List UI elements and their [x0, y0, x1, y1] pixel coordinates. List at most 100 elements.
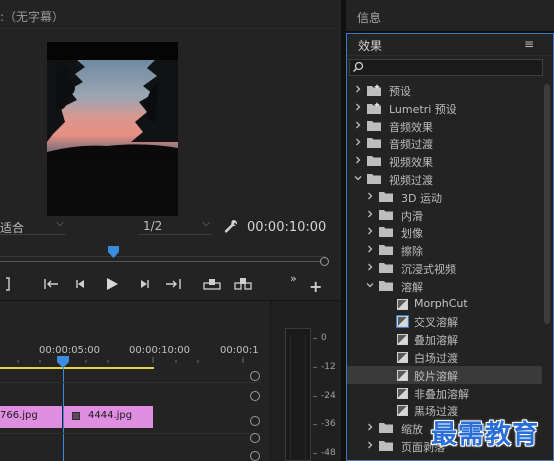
clip-label: 766.jpg — [0, 410, 38, 421]
resolution-select[interactable]: 1/2 ⌵ — [138, 218, 212, 235]
tree-item-label: Lumetri 预设 — [389, 102, 457, 116]
scroll-handle[interactable] — [250, 391, 260, 401]
play-icon[interactable] — [105, 276, 119, 292]
chevron-right-icon[interactable] — [365, 244, 375, 254]
tree-item-label: 缩放 — [401, 423, 423, 437]
folder-item[interactable]: 视频过渡 — [347, 170, 542, 188]
program-monitor-title: :（无字幕） — [0, 10, 65, 24]
effects-search-input[interactable] — [349, 59, 543, 76]
chevron-right-icon[interactable] — [365, 440, 375, 450]
folder-icon — [379, 262, 393, 276]
folder-item[interactable]: 预设 — [347, 81, 542, 99]
clip-label: 4444.jpg — [88, 410, 133, 421]
playhead-timecode[interactable]: 00:00:10:00 — [247, 220, 326, 235]
chevron-down-icon: ⌵ — [56, 218, 64, 229]
db-tick — [313, 453, 317, 454]
chevron-right-icon[interactable] — [353, 102, 363, 112]
wrench-icon[interactable] — [224, 219, 238, 233]
chevron-down-icon: ⌵ — [202, 218, 210, 229]
tree-item-label: 预设 — [389, 85, 411, 98]
tree-item-label: 非叠加溶解 — [414, 387, 469, 401]
preset-folder-icon — [367, 101, 381, 117]
folder-item[interactable]: 擦除 — [347, 241, 542, 259]
effects-scrollbar[interactable] — [544, 84, 550, 324]
preset-folder-icon — [367, 84, 381, 99]
chevron-right-icon[interactable] — [365, 262, 375, 272]
ruler-time-label: 00:00:10:00 — [129, 345, 191, 356]
timeline-clip[interactable]: 4444.jpg — [64, 406, 153, 428]
db-label: -12 — [321, 362, 336, 372]
chevron-down-icon[interactable] — [365, 280, 375, 290]
track-divider — [0, 382, 262, 383]
db-label: -36 — [321, 419, 336, 429]
folder-item[interactable]: 内滑 — [347, 206, 542, 224]
go-to-out-icon[interactable] — [165, 276, 181, 292]
chevron-right-icon[interactable] — [365, 226, 375, 236]
chevron-right-icon[interactable] — [353, 120, 363, 130]
go-to-in-icon[interactable] — [44, 276, 60, 292]
resolution-select-value: 1/2 — [143, 219, 163, 233]
chevron-right-icon[interactable] — [353, 155, 363, 165]
scroll-handle[interactable] — [250, 416, 260, 426]
more-buttons-icon[interactable]: » — [290, 272, 297, 285]
scroll-handle[interactable] — [250, 433, 260, 443]
monitor-playhead-marker[interactable] — [108, 246, 119, 261]
chevron-down-icon[interactable] — [353, 173, 363, 183]
scroll-handle[interactable] — [250, 451, 260, 461]
folder-item[interactable]: 沉浸式视频 — [347, 259, 542, 277]
time-ruler[interactable] — [0, 357, 258, 363]
video-preview[interactable] — [47, 42, 178, 216]
folder-item[interactable]: 视频效果 — [347, 152, 542, 170]
tree-item-label: 音频效果 — [389, 120, 433, 134]
tree-item-label: 3D 运动 — [401, 191, 442, 205]
effect-item[interactable]: 白场过渡 — [347, 348, 542, 366]
chevron-right-icon[interactable] — [353, 84, 363, 94]
work-area-bar[interactable] — [0, 367, 154, 369]
db-label: -48 — [321, 448, 336, 458]
timeline-clip[interactable]: 766.jpg — [0, 406, 62, 428]
tree-item-label: 视频过渡 — [389, 174, 433, 187]
step-back-icon[interactable] — [75, 276, 87, 292]
add-button-icon[interactable]: + — [309, 277, 322, 296]
mark-out-icon[interactable] — [5, 276, 13, 292]
extract-icon[interactable] — [234, 276, 252, 292]
ruler-time-label: 00:00:05:00 — [39, 345, 101, 356]
tree-item-label: 胶片溶解 — [414, 369, 458, 383]
effect-item[interactable]: 叠加溶解 — [347, 330, 542, 348]
fit-select[interactable]: 适合 ⌵ — [0, 218, 66, 235]
scroll-handle[interactable] — [250, 371, 260, 381]
folder-item[interactable]: 溶解 — [347, 277, 542, 295]
folder-item[interactable]: 音频过渡 — [347, 134, 542, 152]
effect-item[interactable]: 交叉溶解 — [347, 312, 542, 330]
folder-item[interactable]: 划像 — [347, 223, 542, 241]
scrub-end-handle[interactable] — [320, 257, 329, 266]
chevron-right-icon[interactable] — [353, 137, 363, 147]
panel-menu-icon[interactable]: ≡ — [524, 37, 534, 51]
track-divider — [0, 433, 262, 434]
audio-meter-channels — [290, 335, 306, 461]
effect-item[interactable]: MorphCut — [347, 295, 542, 313]
tree-item-label: 沉浸式视频 — [401, 263, 456, 276]
folder-item[interactable]: Lumetri 预设 — [347, 99, 542, 117]
chevron-right-icon[interactable] — [365, 422, 375, 432]
effect-item[interactable]: 非叠加溶解 — [347, 384, 542, 402]
folder-item[interactable]: 3D 运动 — [347, 188, 542, 206]
lift-icon[interactable] — [203, 276, 221, 292]
step-forward-icon[interactable] — [138, 276, 150, 292]
fx-badge-icon — [72, 412, 80, 420]
chevron-right-icon[interactable] — [365, 209, 375, 219]
sunset-frame-image — [47, 42, 178, 216]
tree-item-label: 白场过渡 — [414, 352, 458, 365]
tab-info[interactable]: 信息 — [357, 9, 381, 26]
db-label: -24 — [321, 391, 336, 401]
folder-icon — [367, 137, 381, 151]
monitor-scrub-track[interactable] — [0, 261, 326, 262]
folder-item[interactable]: 音频效果 — [347, 117, 542, 135]
tree-item-label: 内滑 — [401, 209, 423, 223]
tab-effects[interactable]: 效果 — [358, 37, 382, 54]
transition-icon — [397, 334, 408, 346]
folder-icon — [379, 191, 393, 205]
chevron-right-icon[interactable] — [365, 191, 375, 201]
tree-item-label: 划像 — [401, 227, 423, 241]
effect-item[interactable]: 胶片溶解 — [347, 365, 542, 384]
